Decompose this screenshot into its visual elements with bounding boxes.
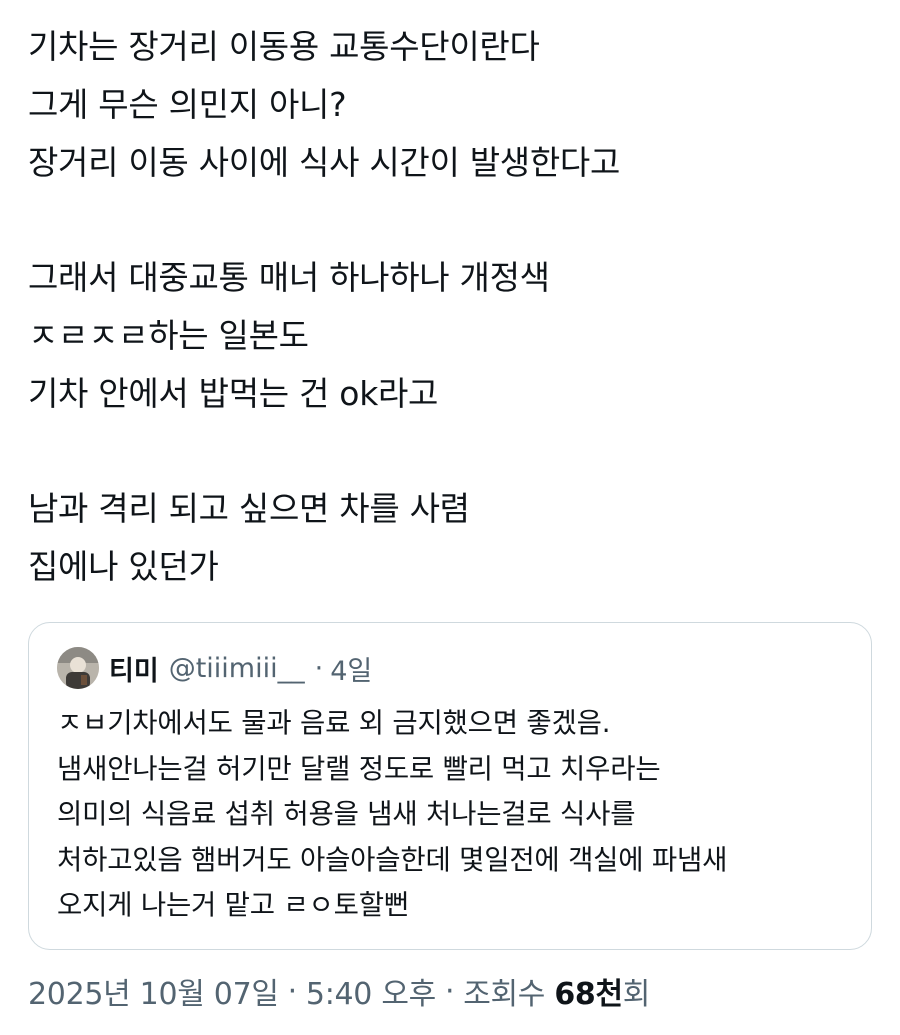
- quote-author-name[interactable]: 티미: [109, 649, 159, 688]
- tweet-line: ㅈㄹㅈㄹ하는 일본도: [28, 316, 309, 355]
- views-count[interactable]: 68천: [554, 969, 623, 1013]
- post-date[interactable]: 2025년 10월 07일: [28, 969, 279, 1013]
- separator-dot: ·: [287, 973, 298, 1009]
- quote-line: ㅈㅂ기차에서도 물과 음료 외 금지했으면 좋겠음.: [57, 707, 611, 739]
- separator-dot: ·: [444, 973, 455, 1009]
- tweet: 기차는 장거리 이동용 교통수단이란다 그게 무슨 의민지 아니? 장거리 이동…: [0, 0, 900, 1035]
- tweet-line: 남과 격리 되고 싶으면 차를 사렴: [28, 489, 470, 528]
- tweet-line: 그래서 대중교통 매너 하나하나 개정색: [28, 258, 550, 297]
- views-suffix: 회: [622, 977, 651, 1012]
- quote-line: 냄새안나는걸 허기만 달랠 정도로 빨리 먹고 치우라는: [57, 752, 661, 785]
- post-time[interactable]: 5:40 오후: [306, 969, 436, 1013]
- tweet-line: 장거리 이동 사이에 식사 시간이 발생한다고: [28, 143, 621, 182]
- tweet-line: 기차 안에서 밥먹는 건 ok라고: [28, 374, 439, 413]
- tweet-text: 기차는 장거리 이동용 교통수단이란다 그게 무슨 의민지 아니? 장거리 이동…: [28, 18, 878, 596]
- separator-dot: ·: [314, 652, 324, 684]
- tweet-line: 기차는 장거리 이동용 교통수단이란다: [28, 27, 540, 66]
- user-avatar-icon: [57, 647, 99, 689]
- quote-tweet-card[interactable]: 티미 @tiiimiii__ · 4일 ㅈㅂ기차에서도 물과 음료 외 금지했으…: [28, 622, 872, 950]
- quote-header: 티미 @tiiimiii__ · 4일: [57, 645, 372, 691]
- views-label: 조회수: [463, 977, 546, 1012]
- quote-line: 오지게 나는거 맡고 ㄹㅇ토할뻔: [57, 889, 409, 921]
- quote-text: ㅈㅂ기차에서도 물과 음료 외 금지했으면 좋겠음. 냄새안나는걸 허기만 달랠…: [57, 701, 857, 929]
- avatar[interactable]: [57, 647, 99, 689]
- tweet-line: 그게 무슨 의민지 아니?: [28, 85, 347, 124]
- quote-line: 처하고있음 햄버거도 아슬아슬한데 몇일전에 객실에 파냄새: [57, 843, 728, 876]
- quote-line: 의미의 식음료 섭취 허용을 냄새 처나는걸로 식사를: [57, 798, 636, 830]
- quote-timestamp[interactable]: 4일: [330, 649, 372, 688]
- tweet-line: 집에나 있던가: [28, 547, 219, 586]
- tweet-metadata: 2025년 10월 07일 · 5:40 오후 · 조회수 68천 회: [28, 966, 650, 1016]
- quote-author-handle[interactable]: @tiiimiii__: [169, 653, 305, 684]
